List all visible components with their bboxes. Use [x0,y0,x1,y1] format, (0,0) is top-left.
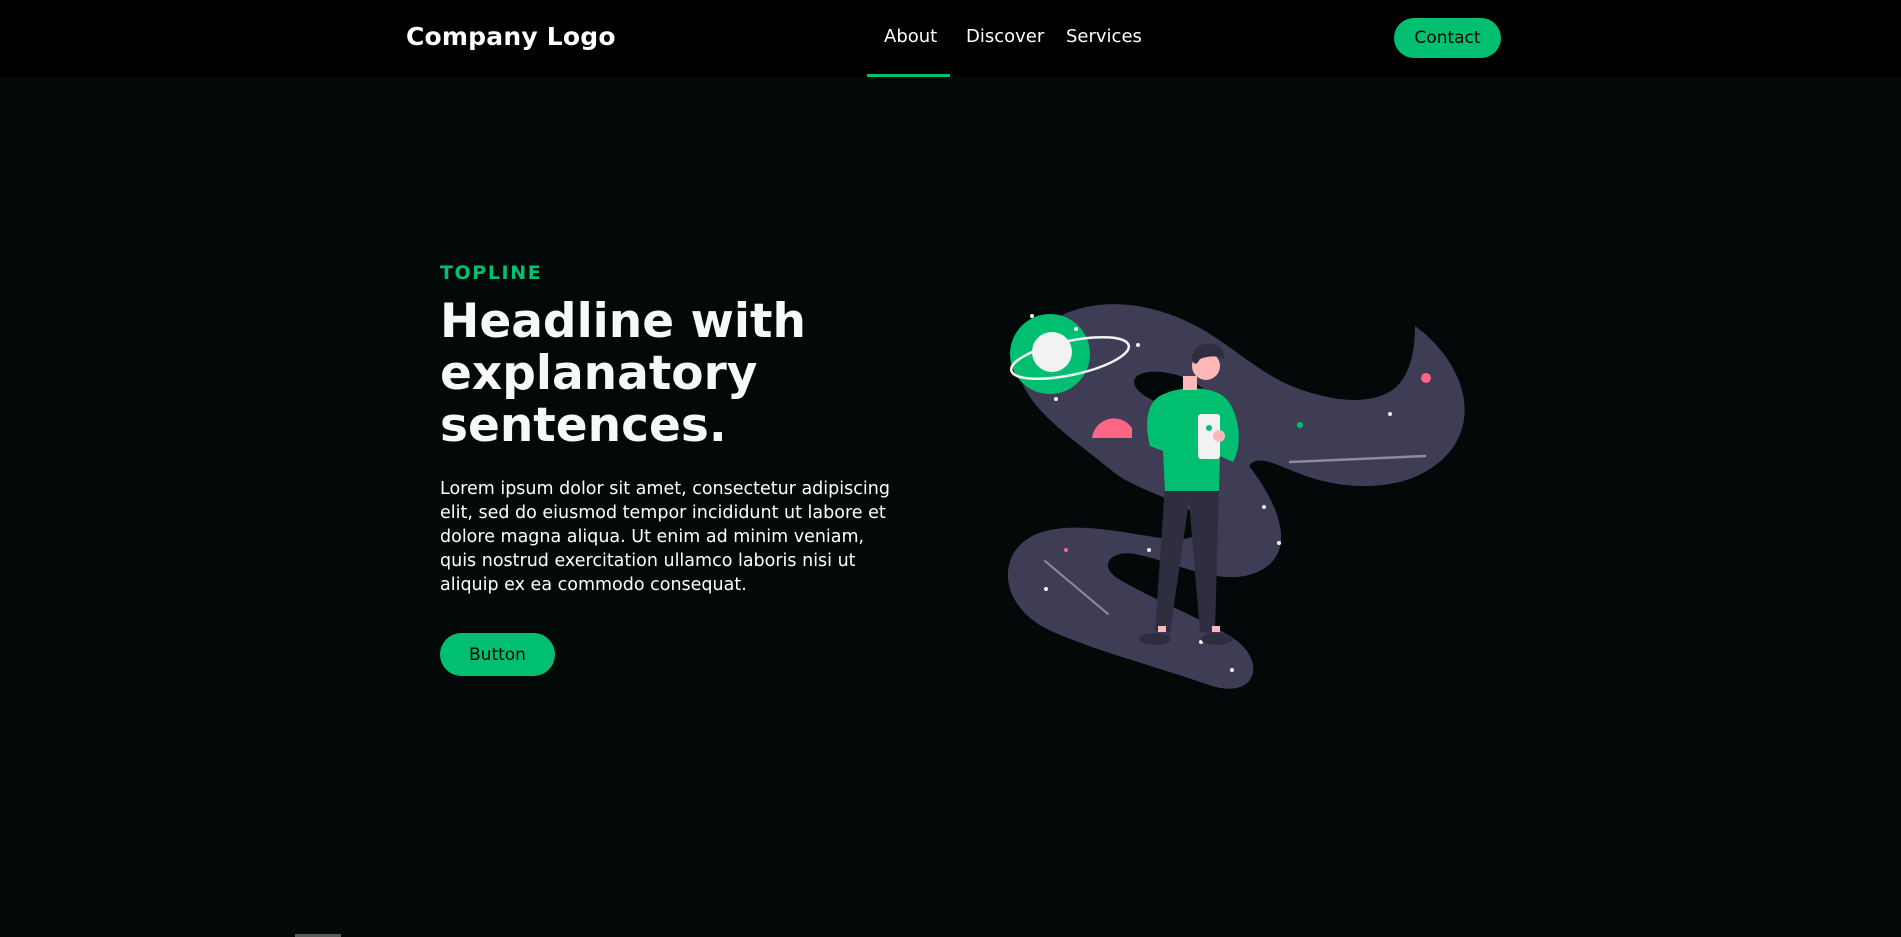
contact-button[interactable]: Contact [1394,18,1501,58]
hero-topline: TOPLINE [440,262,543,284]
company-logo[interactable]: Company Logo [406,22,616,51]
nav-item-about[interactable]: About [884,26,937,47]
hero-button[interactable]: Button [440,633,555,676]
nav-item-services[interactable]: Services [1066,26,1142,47]
active-nav-indicator [867,74,950,77]
hero-headline: Headline with explanatory sentences. [440,294,806,453]
nav-item-discover[interactable]: Discover [966,26,1044,47]
white-moon [1032,332,1072,372]
navbar: Company Logo About Discover Services Con… [0,0,1901,77]
space-person-illustration [1007,304,1465,689]
hero-description: Lorem ipsum dolor sit amet, consectetur … [440,479,890,595]
